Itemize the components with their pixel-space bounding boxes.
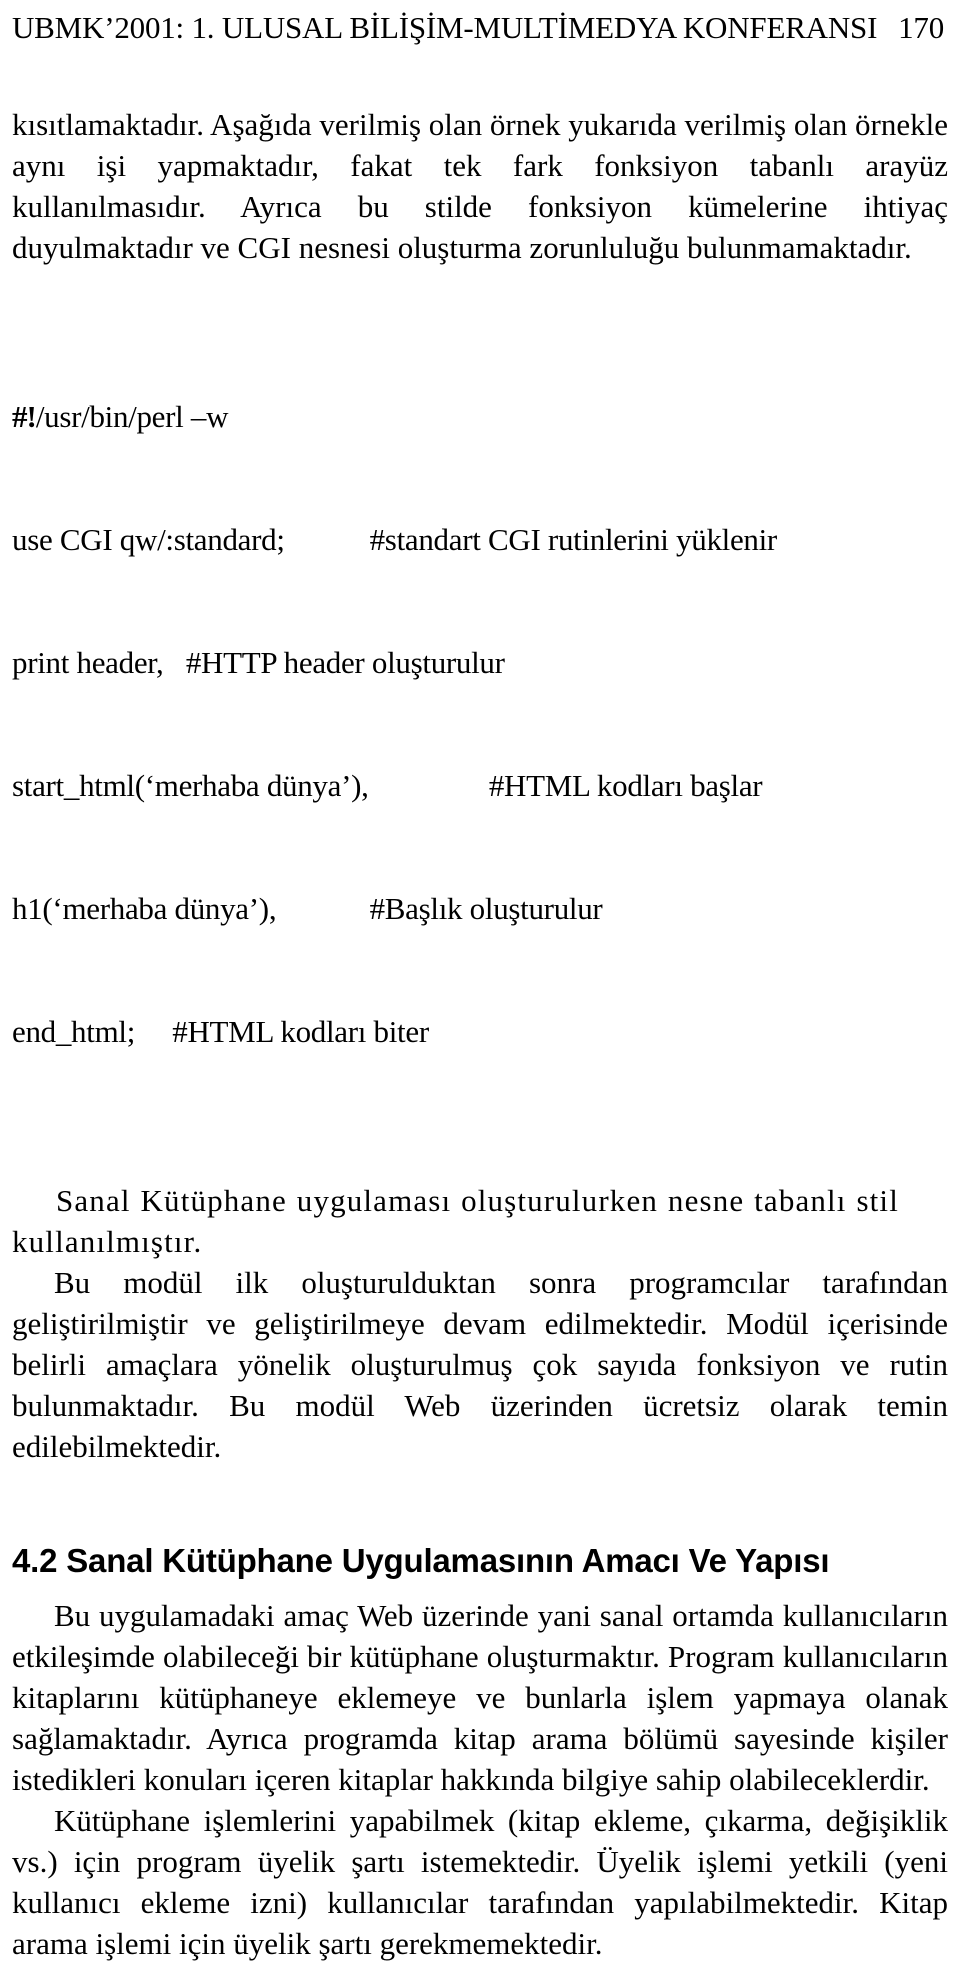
document-page: UBMK’2001: 1. ULUSAL BİLİŞİM-MULTİMEDYA … xyxy=(0,0,960,1961)
section-heading-4-2: 4.2 Sanal Kütüphane Uygulamasının Amacı … xyxy=(12,1542,830,1579)
paragraph-bu-uygulamadaki-amac: Bu uygulamadaki amaç Web üzerinde yani s… xyxy=(12,1598,948,1797)
running-header-title: UBMK’2001: 1. ULUSAL BİLİŞİM-MULTİMEDYA … xyxy=(12,10,878,45)
code-line-start-html: start_html(‘merhaba dünya’), #HTML kodla… xyxy=(12,768,763,803)
code-shebang-marker: #! xyxy=(12,399,37,434)
code-line-use-cgi: use CGI qw/:standard; #standart CGI ruti… xyxy=(12,522,777,557)
paragraph-kutuphane-islemleri: Kütüphane işlemlerini yapabilmek (kitap … xyxy=(12,1803,948,1961)
code-top-spacer xyxy=(12,268,948,314)
header-spacer xyxy=(12,48,948,104)
paragraph-kisitlamaktadir: kısıtlamaktadır. Aşağıda verilmiş olan ö… xyxy=(12,107,948,265)
heading-top-spacer xyxy=(12,1467,948,1539)
heading-bottom-spacer xyxy=(12,1583,948,1595)
code-bottom-spacer xyxy=(12,1134,948,1180)
code-line-print-header: print header, #HTTP header oluşturulur xyxy=(12,645,505,680)
paragraph-bu-modul: Bu modül ilk oluşturulduktan sonra progr… xyxy=(12,1265,948,1464)
paragraph-sanal-kutuphane-nesne-tabanli: Sanal Kütüphane uygulaması oluşturulurke… xyxy=(12,1183,899,1259)
code-shebang-path: /usr/bin/perl –w xyxy=(35,399,229,434)
running-header: UBMK’2001: 1. ULUSAL BİLİŞİM-MULTİMEDYA … xyxy=(12,0,948,48)
perl-code-listing: #!/usr/bin/perl –w use CGI qw/:standard;… xyxy=(12,314,948,1134)
code-line-h1: h1(‘merhaba dünya’), #Başlık oluşturulur xyxy=(12,891,603,926)
page-number: 170 xyxy=(898,10,944,45)
code-line-end-html: end_html; #HTML kodları biter xyxy=(12,1014,429,1049)
code-line-shebang: #!/usr/bin/perl –w xyxy=(12,396,948,437)
